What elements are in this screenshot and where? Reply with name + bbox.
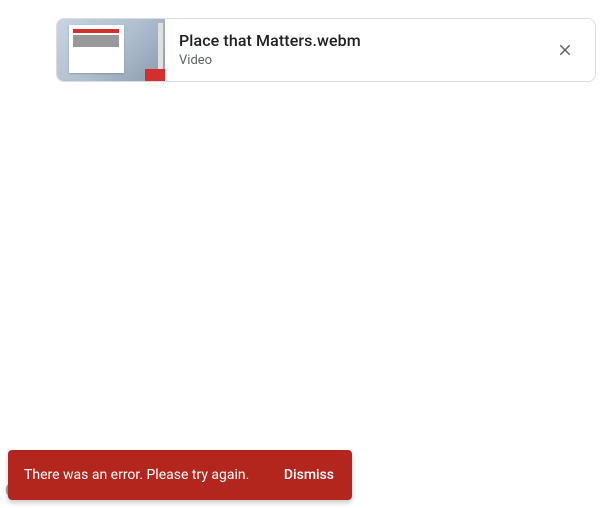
- file-title: Place that Matters.webm: [179, 30, 543, 52]
- error-message: There was an error. Please try again.: [24, 467, 274, 483]
- file-info: Place that Matters.webm Video: [165, 30, 543, 70]
- file-type-label: Video: [179, 52, 543, 70]
- video-thumbnail: [57, 19, 165, 81]
- dismiss-button[interactable]: Dismiss: [274, 459, 344, 491]
- remove-file-button[interactable]: [543, 28, 587, 72]
- error-snackbar: There was an error. Please try again. Di…: [8, 450, 352, 500]
- close-icon: [556, 41, 574, 59]
- file-attachment-card[interactable]: Place that Matters.webm Video: [56, 18, 596, 82]
